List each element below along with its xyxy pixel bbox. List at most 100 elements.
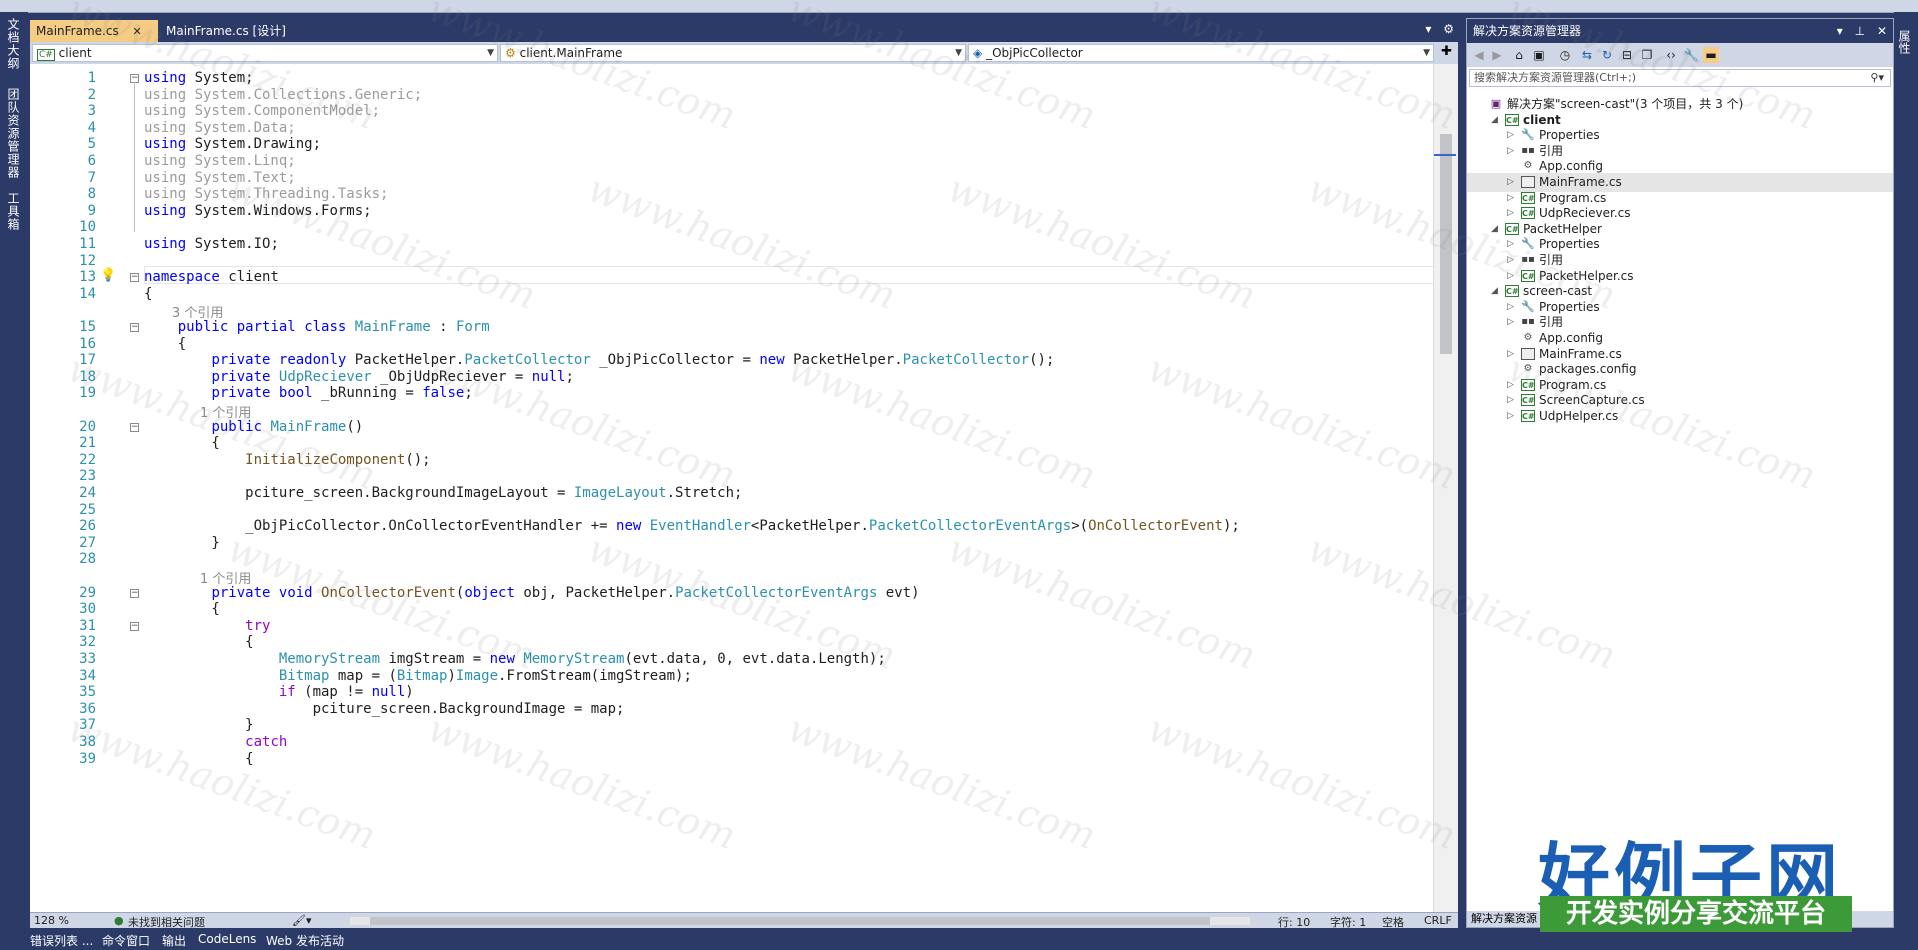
code-line[interactable]: using System.Threading.Tasks; [144,186,388,202]
code-line[interactable]: { [144,601,219,617]
code-line[interactable]: using System.Drawing; [144,136,321,152]
error-list-tab[interactable]: 错误列表 ... [30,932,93,949]
home-icon[interactable]: ⌂ [1511,47,1527,63]
properties-tab[interactable]: 属性 [1896,30,1913,54]
toolbox-tab[interactable]: 工具箱 [5,192,22,231]
references-icon: ▪▪ [1521,144,1535,156]
collapse-toggle-icon[interactable]: − [130,273,139,283]
lightbulb-icon[interactable]: 💡 [100,268,116,283]
pending-changes-icon[interactable]: ◷ [1557,47,1573,63]
close-icon[interactable]: ✕ [1877,24,1887,38]
code-line[interactable]: using System.Collections.Generic; [144,87,422,103]
code-line[interactable]: Bitmap map = (Bitmap)Image.FromStream(im… [144,668,692,684]
switch-views-icon[interactable]: ▣ [1531,47,1547,63]
tree-node[interactable]: ▷ C# UdpHelper.cs [1467,407,1893,426]
config-file-icon: ⚙ [1523,363,1533,375]
view-code-icon[interactable]: ‹› [1663,47,1679,63]
code-text-area[interactable]: 💡 1 − using System; 2 using System.Collectio… [30,64,1434,912]
line-number: 15 [79,319,96,335]
code-line[interactable]: if (map != null) [144,684,414,700]
tab-overflow-icons: ▾ ⚙ [1425,22,1454,36]
code-line[interactable]: using System; [144,70,254,86]
gear-icon[interactable]: ⚙ [1443,22,1454,36]
vertical-scrollbar[interactable] [1433,64,1458,912]
code-line[interactable]: { [144,751,253,767]
line-number: 30 [79,601,96,618]
code-line[interactable]: using System.Linq; [144,153,296,169]
line-number: 10 [79,219,96,236]
code-line[interactable]: _ObjPicCollector.OnCollectorEventHandler… [144,518,1240,534]
tab-mainframe-designer[interactable]: MainFrame.cs [设计] [160,20,320,42]
code-line[interactable]: { [144,634,253,650]
code-line[interactable]: private readonly PacketHelper.PacketColl… [144,352,1054,368]
show-all-files-icon[interactable]: ❐ [1639,47,1655,63]
solution-search-input[interactable]: 搜索解决方案资源管理器(Ctrl+;) ⚲▾ [1469,69,1891,87]
output-tab[interactable]: 输出 [162,932,186,949]
document-tab-row: MainFrame.cs ✕ MainFrame.cs [设计] ▾ ⚙ [30,18,1458,42]
forward-icon[interactable]: ▶ [1489,47,1505,63]
member-dropdown[interactable]: ◈ _ObjPicCollector ▼ [968,44,1434,62]
zoom-level[interactable]: 128 % [34,914,69,927]
line-number: 27 [79,534,96,551]
pin-icon[interactable]: ⊥ [1855,24,1865,38]
code-line[interactable]: public partial class MainFrame : Form [144,319,490,335]
code-line[interactable]: using System.Text; [144,170,296,186]
right-dock-bar: 属性 [1894,12,1918,922]
close-icon[interactable]: ✕ [133,25,142,38]
sync-icon[interactable]: ⇆ [1579,47,1595,63]
code-line[interactable]: private bool _bRunning = false; [144,385,472,401]
codelens-tab[interactable]: CodeLens [198,932,256,946]
code-line[interactable]: namespace client [144,269,279,285]
code-line[interactable]: { [144,336,186,352]
collapsed-arrow-icon[interactable]: ▷ [1507,407,1517,426]
code-line[interactable]: pciture_screen.BackgroundImage = map; [144,701,625,717]
code-line[interactable]: pciture_screen.BackgroundImageLayout = I… [144,485,742,501]
split-window-icon[interactable]: ✚ [1441,44,1452,59]
code-line[interactable]: } [144,535,219,551]
code-line[interactable]: using System.Data; [144,120,296,136]
code-line[interactable]: try [144,618,270,634]
tree-node-label: UdpHelper.cs [1539,409,1619,423]
collapse-toggle-icon[interactable]: − [130,588,139,598]
code-line[interactable]: { [144,435,219,451]
properties-wrench-icon[interactable]: 🔧 [1683,47,1699,63]
document-outline-tab[interactable]: 文档大纲 [5,18,22,70]
class-dropdown[interactable]: ⚙ client.MainFrame ▼ [500,44,966,62]
line-number: 17 [79,352,96,369]
scrollbar-thumb[interactable] [370,917,1210,925]
code-line[interactable]: catch [144,734,287,750]
web-publish-tab[interactable]: Web 发布活动 [266,932,344,949]
code-line[interactable]: MemoryStream imgStream = new MemoryStrea… [144,651,886,667]
collapse-all-icon[interactable]: ⊟ [1619,47,1635,63]
code-line[interactable]: using System.IO; [144,236,279,252]
code-line[interactable]: using System.Windows.Forms; [144,203,372,219]
line-number: 39 [79,750,96,767]
search-icon[interactable]: ⚲▾ [1870,70,1884,86]
preview-selected-icon[interactable]: ▬ [1703,47,1719,63]
code-line[interactable]: public MainFrame() [144,419,363,435]
line-ending-indicator[interactable]: CRLF [1424,914,1452,927]
code-line[interactable]: private void OnCollectorEvent(object obj… [144,585,919,601]
tab-mainframe-cs[interactable]: MainFrame.cs ✕ [30,20,158,42]
code-line[interactable]: private UdpReciever _ObjUdpReciever = nu… [144,369,573,385]
collapse-toggle-icon[interactable]: − [130,621,139,631]
chevron-down-icon[interactable]: ▾ [1837,24,1843,38]
line-number: 20 [79,418,96,435]
horizontal-scrollbar[interactable] [350,917,1250,925]
code-editor: MainFrame.cs ✕ MainFrame.cs [设计] ▾ ⚙ C# … [30,18,1458,929]
team-explorer-tab[interactable]: 团队资源管理器 [5,88,22,179]
line-number: 14 [79,285,96,302]
code-line[interactable]: } [144,717,253,733]
code-line[interactable]: using System.ComponentModel; [144,103,380,119]
chevron-down-icon[interactable]: ▾ [1425,22,1431,36]
collapse-toggle-icon[interactable]: − [130,323,139,332]
project-dropdown[interactable]: C# client ▼ [32,44,498,62]
brush-icon[interactable]: 🖌▾ [292,914,312,927]
collapse-toggle-icon[interactable]: − [130,422,139,432]
back-icon[interactable]: ◀ [1471,47,1487,63]
code-line[interactable]: InitializeComponent(); [144,452,430,468]
code-line[interactable]: { [144,286,152,302]
scrollbar-thumb[interactable] [1440,134,1452,354]
refresh-icon[interactable]: ↻ [1599,47,1615,63]
command-window-tab[interactable]: 命令窗口 [102,932,150,949]
